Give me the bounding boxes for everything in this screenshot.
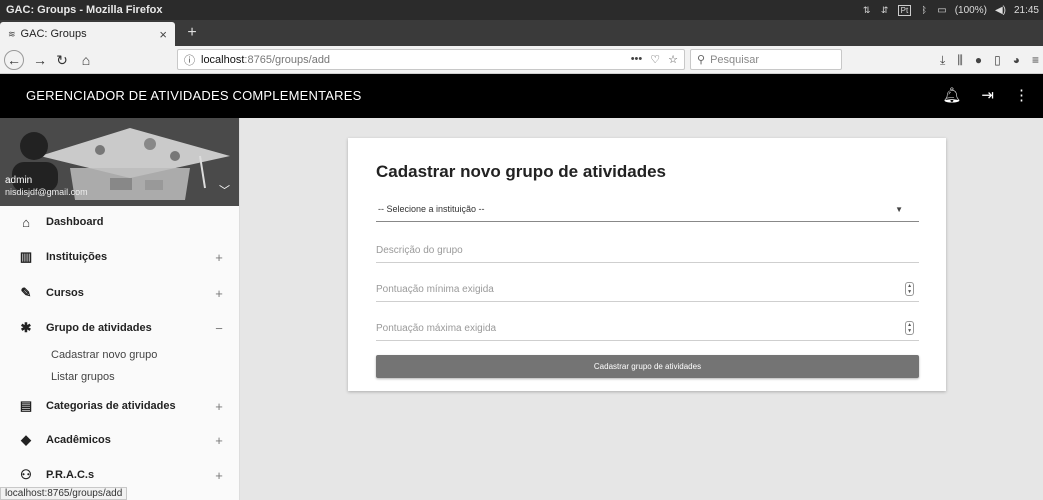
min-score-input[interactable] xyxy=(376,283,906,295)
tab-title: GAC: Groups xyxy=(20,28,87,40)
sidebar-item-instituicoes[interactable]: ▥ Instituições + xyxy=(0,243,239,271)
header-actions: 🔔︎ ⇥ ⋮ xyxy=(942,86,1029,104)
language-indicator[interactable]: Pt xyxy=(897,4,912,16)
os-tray: ⇅ ⇵ Pt ᛒ ▭ (100%) ◀) 21:45 xyxy=(862,0,1039,20)
clock[interactable]: 21:45 xyxy=(1014,5,1039,16)
extension-icon[interactable]: ◕ xyxy=(1013,53,1020,67)
app-title: GERENCIADOR DE ATIVIDADES COMPLEMENTARES xyxy=(26,88,362,103)
profile-name: admin xyxy=(5,175,33,186)
browser-tab[interactable]: ≋ GAC: Groups × xyxy=(0,22,175,46)
sidebar-item-label: Dashboard xyxy=(46,216,104,228)
expand-icon[interactable]: + xyxy=(208,286,230,301)
close-tab-icon[interactable]: × xyxy=(159,27,167,42)
sidebar-item-pracs[interactable]: ⚇ P.R.A.C.s + xyxy=(0,461,239,489)
address-bar[interactable]: ⓘ localhost :8765/groups/add ••• ♡ ☆ xyxy=(177,49,685,70)
institution-select[interactable]: -- Selecione a instituição -- ▼ xyxy=(376,197,919,222)
forward-icon[interactable]: → xyxy=(30,50,50,70)
sidebar-item-label: Cursos xyxy=(46,287,84,299)
battery-level: (100%) xyxy=(954,4,987,16)
search-box[interactable]: ⚲ Pesquisar xyxy=(690,49,842,70)
more-vert-icon[interactable]: ⋮ xyxy=(1014,86,1029,104)
number-spinner-icon[interactable]: ▲ ▼ xyxy=(905,321,914,335)
sidebar-item-label: Instituições xyxy=(46,251,108,263)
url-host: localhost xyxy=(201,53,245,66)
adblock-icon[interactable]: ● xyxy=(975,53,982,67)
submit-button[interactable]: Cadastrar grupo de atividades xyxy=(376,355,919,378)
sidebar-item-categorias-de-atividades[interactable]: ▤ Categorias de atividades + xyxy=(0,392,239,420)
sidebar-subitem-cadastrar-novo-grupo[interactable]: Cadastrar novo grupo xyxy=(51,349,157,361)
chevron-down-icon[interactable]: ﹀ xyxy=(219,182,230,198)
reload-icon[interactable]: ↻ xyxy=(52,50,72,70)
url-actions: ••• ♡ ☆ xyxy=(631,53,678,66)
expand-icon[interactable]: + xyxy=(208,433,230,448)
profile-email: nisdisjdf@gmail.com xyxy=(5,187,88,197)
library-icon[interactable]: ⫼ xyxy=(957,53,963,68)
collapse-icon[interactable]: − xyxy=(208,321,230,336)
home-browser-icon[interactable]: ⌂ xyxy=(76,50,96,70)
graduation-cap-icon: ◆ xyxy=(21,432,31,447)
pencil-icon: ✎ xyxy=(20,285,32,300)
dropdown-arrow-icon: ▼ xyxy=(895,204,903,214)
link-status-bar: localhost:8765/groups/add xyxy=(0,487,128,500)
back-icon[interactable]: ← xyxy=(4,50,24,70)
window-title: GAC: Groups - Mozilla Firefox xyxy=(6,4,163,16)
page-actions-icon[interactable]: ••• xyxy=(631,53,643,66)
new-tab-button[interactable]: + xyxy=(182,23,202,43)
app-header: GERENCIADOR DE ATIVIDADES COMPLEMENTARES… xyxy=(0,74,1043,118)
puzzle-icon: ✱ xyxy=(20,320,32,335)
sidebar-item-label: P.R.A.C.s xyxy=(46,469,95,481)
sidebar-item-dashboard[interactable]: ⌂ Dashboard xyxy=(0,208,239,236)
download-icon[interactable]: ⤓ xyxy=(940,53,945,68)
volume-icon[interactable]: ◀) xyxy=(995,5,1006,16)
navigation-bar: ← → ↻ ⌂ ⓘ localhost :8765/groups/add •••… xyxy=(0,46,1043,74)
info-icon[interactable]: ⓘ xyxy=(184,52,195,68)
user-profile[interactable]: admin nisdisjdf@gmail.com ﹀ xyxy=(0,118,239,206)
form-title: Cadastrar novo grupo de atividades xyxy=(376,162,667,181)
os-title-bar: GAC: Groups - Mozilla Firefox ⇅ ⇵ Pt ᛒ ▭… xyxy=(0,0,1043,20)
add-group-card: Cadastrar novo grupo de atividades -- Se… xyxy=(348,138,946,391)
min-score-field[interactable]: ▲▼ xyxy=(376,277,919,302)
transfer-icon[interactable]: ⇵ xyxy=(880,5,890,15)
search-placeholder: Pesquisar xyxy=(710,53,759,66)
favicon-icon: ≋ xyxy=(8,28,16,39)
building-icon: ▥ xyxy=(19,249,33,264)
sidebar-toggle-icon[interactable]: ▯ xyxy=(994,53,1001,67)
menu-icon[interactable]: ≡ xyxy=(1032,53,1039,67)
sidebar: admin nisdisjdf@gmail.com ﹀ ⌂ Dashboard … xyxy=(0,118,240,500)
sidebar-item-label: Acadêmicos xyxy=(46,434,111,446)
sidebar-item-cursos[interactable]: ✎ Cursos + xyxy=(0,279,239,307)
home-icon: ⌂ xyxy=(22,214,30,230)
sidebar-item-label: Grupo de atividades xyxy=(46,322,152,334)
sidebar-item-academicos[interactable]: ◆ Acadêmicos + xyxy=(0,426,239,454)
sidebar-item-label: Categorias de atividades xyxy=(46,400,176,412)
max-score-field[interactable]: ▲▼ xyxy=(376,316,919,341)
bookmark-star-icon[interactable]: ☆ xyxy=(668,53,678,66)
bell-icon[interactable]: 🔔︎ xyxy=(942,86,961,104)
institution-select-value: -- Selecione a instituição -- xyxy=(378,204,485,214)
description-input[interactable] xyxy=(376,244,919,256)
sidebar-item-grupo-de-atividades[interactable]: ✱ Grupo de atividades − xyxy=(0,314,239,342)
expand-icon[interactable]: + xyxy=(208,250,230,265)
expand-icon[interactable]: + xyxy=(208,399,230,414)
max-score-input[interactable] xyxy=(376,322,906,334)
expand-icon[interactable]: + xyxy=(208,468,230,483)
description-field[interactable] xyxy=(376,238,919,263)
bluetooth-icon[interactable]: ᛒ xyxy=(919,5,929,15)
sidebar-subitem-listar-grupos[interactable]: Listar grupos xyxy=(51,371,115,383)
number-spinner-icon[interactable]: ▲ ▼ xyxy=(905,282,914,296)
pocket-icon[interactable]: ♡ xyxy=(650,53,660,66)
battery-icon[interactable]: ▭ xyxy=(937,5,946,16)
clipboard-icon: ▤ xyxy=(19,398,33,413)
people-icon: ⚇ xyxy=(20,467,32,482)
toolbar-icons: ⤓ ⫼ ● ▯ ◕ ≡ xyxy=(940,50,1039,70)
url-path: :8765/groups/add xyxy=(244,53,331,66)
tab-strip: ≋ GAC: Groups × + xyxy=(0,20,1043,46)
network-icon[interactable]: ⇅ xyxy=(862,5,872,15)
logout-icon[interactable]: ⇥ xyxy=(981,86,994,104)
search-icon: ⚲ xyxy=(697,54,706,66)
